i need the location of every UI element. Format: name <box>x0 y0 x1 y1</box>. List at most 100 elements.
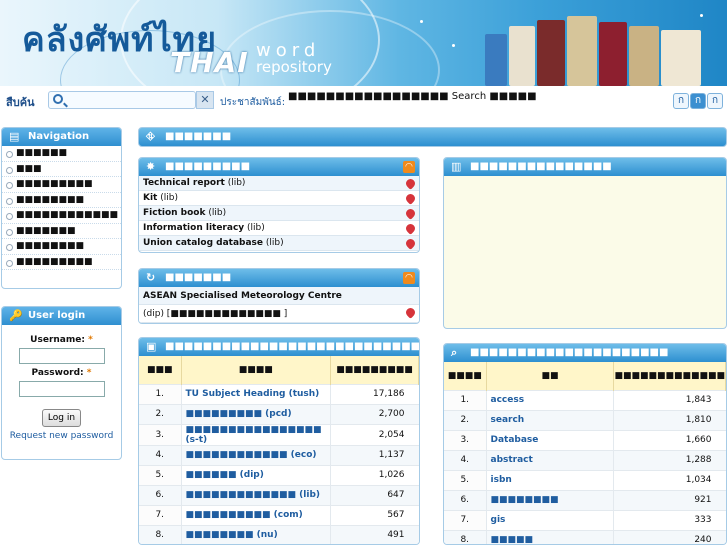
favorite-icon[interactable] <box>404 237 417 250</box>
term-link[interactable]: ■■■■■■■■ <box>486 489 615 510</box>
book-image <box>485 34 507 86</box>
column-header-rank[interactable]: ■■■■ <box>444 362 487 390</box>
books-illustration <box>475 10 715 86</box>
feed-item[interactable]: Information literacy (lib) <box>139 221 419 236</box>
table-row: 7. gis 333 <box>444 509 726 530</box>
rss-icon[interactable]: ◠ <box>403 272 415 284</box>
term-link[interactable]: gis <box>486 509 615 530</box>
rank-cell: 4. <box>444 449 487 470</box>
book-image <box>629 26 659 86</box>
updated-terms-title: ■■■■■■■ <box>165 272 232 283</box>
feed-item[interactable]: Kit (lib) <box>139 191 419 206</box>
nav-item[interactable]: ■■■■■■ <box>2 146 121 162</box>
term-link[interactable]: ■■■■■■■■ (nu) <box>181 524 331 544</box>
term-link[interactable]: Database <box>486 429 615 450</box>
sitemap-icon: ⛗ <box>146 130 155 143</box>
term-link[interactable]: abstract <box>486 449 615 470</box>
count-cell: 1,288 <box>613 449 726 470</box>
username-field[interactable] <box>18 348 105 364</box>
feed-item[interactable]: Technical report (lib) <box>139 176 419 191</box>
count-cell: 333 <box>613 509 726 530</box>
request-password-link[interactable]: Request new password <box>6 431 117 441</box>
search-box[interactable] <box>48 91 196 109</box>
rank-cell: 4. <box>139 444 182 465</box>
feed-item-detail[interactable]: (dip) [■■■■■■■■■■■■■ ] <box>139 305 419 323</box>
user-login-title: User login <box>28 310 86 321</box>
favorite-icon[interactable] <box>404 192 417 205</box>
feed-item[interactable]: Fiction book (lib) <box>139 206 419 221</box>
term-link[interactable]: TU Subject Heading (tush) <box>181 383 331 404</box>
chart-panel: ▥ ■■■■■■■■■■■■■■■ <box>443 157 727 329</box>
favorite-icon[interactable] <box>404 207 417 220</box>
font-medium-button[interactable]: ก <box>690 93 706 109</box>
nav-item[interactable]: ■■■■■■■■■ <box>2 255 121 270</box>
announcement-text[interactable]: ■■■■■■■■■■■■■■■■■ Search ■■■■■ <box>288 91 537 102</box>
table-row: 6. ■■■■■■■■ 921 <box>444 489 726 510</box>
category-stats-header: ▣ ■■■■■■■■■■■■■■■■■■■■■■■■■■■ <box>139 338 419 356</box>
book-image <box>599 22 627 86</box>
font-small-button[interactable]: ก <box>673 93 689 109</box>
term-link[interactable]: ■■■■■■■■■■■■■■■■ (s-t) <box>181 423 331 445</box>
rank-cell: 6. <box>444 489 487 510</box>
term-link[interactable]: ■■■■■■ (dip) <box>181 464 331 485</box>
main-heading-bar: ⛗ ■■■■■■■ <box>138 127 727 147</box>
nav-item[interactable]: ■■■■■■■■■ <box>2 177 121 193</box>
navigation-header: ▤ Navigation <box>2 128 121 146</box>
column-header-keyword[interactable]: ■■ <box>486 362 615 390</box>
sparkle <box>452 44 455 47</box>
favorite-icon[interactable] <box>404 306 417 319</box>
rank-cell: 8. <box>444 529 487 544</box>
nav-item[interactable]: ■■■■■■■ <box>2 224 121 239</box>
term-link[interactable]: access <box>486 389 615 410</box>
count-cell: 1,137 <box>330 444 419 465</box>
term-link[interactable]: search <box>486 409 615 430</box>
term-link[interactable]: ■■■■■■■■■■■■■ (lib) <box>181 484 331 505</box>
term-link[interactable]: isbn <box>486 469 615 490</box>
book-image <box>567 16 597 86</box>
password-label: Password: * <box>31 368 92 378</box>
rank-cell: 3. <box>139 423 182 445</box>
search-stats-panel: ⌕ ■■■■■■■■■■■■■■■■■■■■■ ■■■■ ■■ ■■■■■■■■… <box>443 343 727 545</box>
search-stats-table: ■■■■ ■■ ■■■■■■■■■■■■■ 1. access 1,843 2. sea… <box>444 362 726 544</box>
nav-item[interactable]: ■■■ <box>2 162 121 177</box>
category-stats-table: ■■■ ■■■■ ■■■■■■■■■ 1. TU Subject Heading … <box>139 356 419 544</box>
favorite-icon[interactable] <box>404 177 417 190</box>
favorite-icon[interactable] <box>404 222 417 235</box>
rank-cell: 1. <box>444 389 487 410</box>
term-link[interactable]: ■■■■■■■■■ (pcd) <box>181 403 331 424</box>
site-logo-thai-en[interactable]: THAI <box>170 46 249 79</box>
nav-item[interactable]: ■■■■■■■■ <box>2 193 121 208</box>
term-link[interactable]: ■■■■■■■■■■■■ (eco) <box>181 444 331 465</box>
column-header-rank[interactable]: ■■■ <box>139 356 182 384</box>
login-button[interactable]: Log in <box>41 409 82 427</box>
count-cell: 1,660 <box>613 429 726 450</box>
book-image <box>509 26 535 86</box>
feed-item[interactable]: ASEAN Specialised Meteorology Centre <box>139 287 419 305</box>
clear-search-button[interactable]: ✕ <box>196 91 214 109</box>
feed-item[interactable]: Union catalog database (lib) <box>139 236 419 251</box>
column-header-count[interactable]: ■■■■■■■■■■■■■ <box>613 362 726 390</box>
search-label: สืบค้น <box>6 96 35 109</box>
nav-item[interactable]: ■■■■■■■■ <box>2 239 121 255</box>
count-cell: 2,054 <box>330 423 419 445</box>
table-row: 2. ■■■■■■■■■ (pcd) 2,700 <box>139 403 419 424</box>
font-large-button[interactable]: ก <box>707 93 723 109</box>
updated-terms-header: ↻ ■■■■■■■ ◠ <box>139 269 419 287</box>
count-cell: 647 <box>330 484 419 505</box>
site-logo-repository: repository <box>256 58 332 76</box>
book-image <box>537 20 565 86</box>
column-header-count[interactable]: ■■■■■■■■■ <box>330 356 419 384</box>
refresh-icon: ↻ <box>146 271 156 284</box>
search-stats-title: ■■■■■■■■■■■■■■■■■■■■■ <box>470 347 669 358</box>
search-input[interactable] <box>69 93 189 107</box>
nav-item[interactable]: ■■■■■■■■■■■■ <box>2 208 121 224</box>
term-link[interactable]: ■■■■■ <box>486 529 615 544</box>
column-header-category[interactable]: ■■■■ <box>181 356 331 384</box>
rank-cell: 7. <box>139 504 182 525</box>
password-field[interactable] <box>18 381 105 397</box>
rss-icon[interactable]: ◠ <box>403 161 415 173</box>
count-cell: 491 <box>330 524 419 544</box>
term-link[interactable]: ■■■■■■■■■■ (com) <box>181 504 331 525</box>
navigation-title: Navigation <box>28 131 90 142</box>
table-row: 8. ■■■■■ 240 <box>444 529 726 544</box>
